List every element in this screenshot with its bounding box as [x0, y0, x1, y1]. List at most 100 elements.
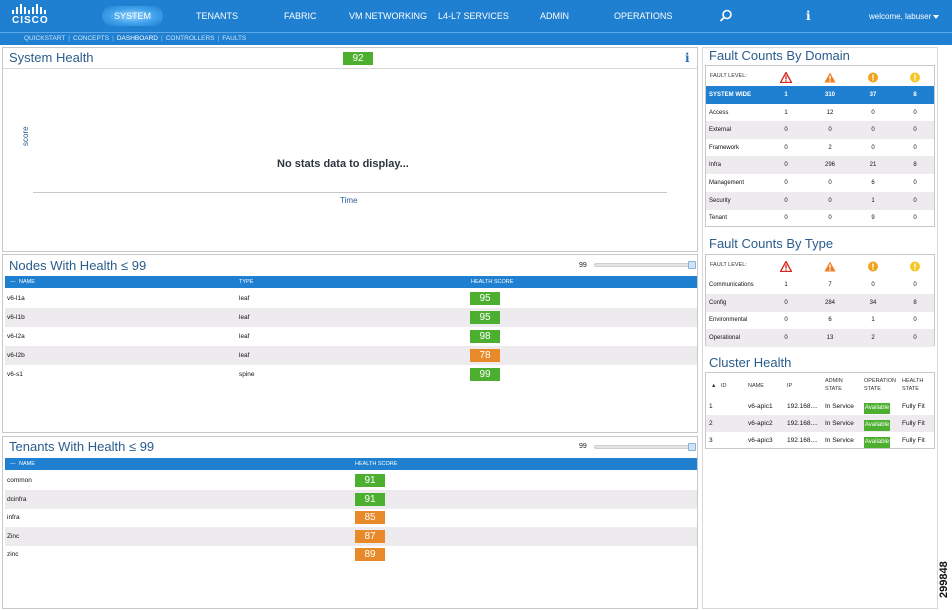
fault-row[interactable]: Framework 0 2 0 0: [706, 139, 934, 157]
fault-row[interactable]: Access 1 12 0 0: [706, 104, 934, 122]
system-wide-row[interactable]: SYSTEM WIDE 1 310 37 8: [706, 86, 934, 104]
nav-tenants[interactable]: TENANTS: [196, 11, 238, 21]
cluster-name: v6-apic3: [748, 437, 773, 444]
fault-count: 0: [913, 215, 917, 222]
health-score-badge: 85: [355, 511, 385, 524]
health-threshold-slider[interactable]: [594, 263, 694, 267]
fault-row[interactable]: External 0 0 0 0: [706, 121, 934, 140]
nav-operations[interactable]: OPERATIONS: [614, 11, 672, 21]
fault-count: 0: [913, 109, 917, 116]
sort-indicator[interactable]: —: [10, 461, 16, 467]
nav-vm-networking[interactable]: VM NETWORKING: [349, 11, 427, 21]
fault-count: 310: [824, 92, 835, 98]
fault-count: 0: [784, 317, 788, 324]
table-row[interactable]: 2 v6-apic2 192.168.... In Service Available F…: [706, 415, 934, 432]
cluster-ip: 192.168....: [787, 403, 818, 410]
table-row[interactable]: 3 v6-apic3 192.168.... In Service Available F…: [706, 432, 934, 449]
table-row[interactable]: v6-l1b leaf 95: [5, 308, 697, 327]
subnav-concepts[interactable]: CONCEPTS: [73, 35, 109, 42]
fault-count: 1: [784, 109, 788, 116]
tenant-name: common: [7, 477, 32, 484]
fault-row[interactable]: Environmental 0 6 1 0: [706, 311, 934, 329]
subnav-faults[interactable]: FAULTS: [222, 35, 246, 42]
fault-category: Communications: [709, 282, 754, 288]
fault-count: 296: [824, 162, 835, 169]
cisco-logo-bars: [12, 4, 58, 14]
column-header-admin-state[interactable]: ADMIN STATE: [825, 377, 859, 393]
fault-level-label: FAULT LEVEL:: [710, 262, 747, 268]
table-row[interactable]: v6-l2a leaf 98: [5, 327, 697, 346]
slider-handle[interactable]: [688, 261, 696, 269]
fault-category: Environmental: [709, 317, 748, 324]
fault-level-header: FAULT LEVEL:: [706, 255, 934, 275]
cluster-name: v6-apic1: [748, 403, 773, 410]
health-score-badge: 91: [355, 492, 385, 506]
node-name: v6-s1: [7, 371, 23, 378]
fault-row[interactable]: Management 0 0 6 0: [706, 174, 934, 192]
cluster-health-state: Fully Fit: [902, 437, 925, 444]
table-row[interactable]: v6-l2b leaf 78: [5, 346, 697, 365]
fault-category: Config: [709, 299, 727, 306]
column-header-name[interactable]: NAME: [19, 461, 35, 467]
cluster-ip: 192.168....: [787, 420, 818, 427]
sort-indicator[interactable]: —: [10, 279, 16, 285]
subnav-quickstart[interactable]: QUICKSTART: [24, 35, 65, 42]
system-health-panel: System Health 92 i score No stats data t…: [2, 47, 698, 252]
fault-row[interactable]: Operational 0 13 2 0: [706, 328, 934, 347]
fault-row[interactable]: Security 0 0 1 0: [706, 191, 934, 210]
table-row[interactable]: common 91: [5, 471, 697, 490]
sort-ascending-icon[interactable]: ▲: [711, 382, 716, 390]
fault-count: 0: [828, 180, 832, 186]
table-row[interactable]: 1 v6-apic1 192.168.... In Service Available F…: [706, 398, 934, 415]
warning-icon: [909, 70, 921, 83]
info-icon[interactable]: i: [685, 51, 690, 65]
user-menu[interactable]: welcome, labuser: [869, 12, 940, 21]
table-row[interactable]: dcinfra 91: [5, 489, 697, 509]
minor-icon: [867, 70, 879, 83]
nav-admin[interactable]: ADMIN: [540, 11, 569, 21]
table-row[interactable]: infra 85: [5, 508, 697, 527]
fault-row[interactable]: Infra 0 296 21 8: [706, 156, 934, 175]
tenant-name: Zinc: [7, 532, 20, 540]
fault-count: 0: [784, 162, 788, 169]
table-row[interactable]: Zinc 87: [5, 526, 697, 546]
column-header-name[interactable]: NAME: [19, 279, 35, 285]
fault-level-header: FAULT LEVEL:: [706, 66, 934, 86]
fault-count: 0: [913, 144, 917, 151]
subnav-controllers[interactable]: CONTROLLERS: [166, 35, 215, 42]
fault-count: 7: [828, 282, 832, 288]
nav-l4-l7-services[interactable]: L4-L7 SERVICES: [438, 11, 509, 21]
column-header-health-score[interactable]: HEALTH SCORE: [355, 461, 397, 467]
fault-category: Infra: [709, 162, 722, 169]
column-header-type[interactable]: TYPE: [239, 279, 253, 285]
column-header-operation-state[interactable]: OPERATION STATE: [864, 377, 900, 393]
table-row[interactable]: v6-l1a leaf 95: [5, 289, 697, 308]
fault-type-title: Fault Counts By Type: [709, 236, 834, 251]
nav-system[interactable]: SYSTEM: [102, 6, 164, 26]
fault-row[interactable]: Config 0 284 34 8: [706, 293, 934, 312]
health-threshold-slider[interactable]: [594, 445, 694, 449]
slider-handle[interactable]: [688, 443, 696, 451]
x-axis-label: Time: [340, 196, 358, 205]
search-icon[interactable]: [718, 8, 734, 24]
column-header-health-state[interactable]: HEALTH STATE: [902, 377, 932, 393]
subnav-dashboard[interactable]: DASHBOARD: [117, 35, 158, 42]
nav-fabric[interactable]: FABRIC: [284, 11, 317, 21]
node-type: leaf: [239, 314, 250, 321]
fault-row[interactable]: Tenant 0 0 9 0: [706, 209, 934, 227]
table-row[interactable]: zinc 89: [5, 545, 697, 564]
column-header-ip[interactable]: IP: [787, 382, 792, 390]
health-score-badge: 91: [355, 474, 385, 487]
cisco-logo[interactable]: CISCO: [10, 4, 58, 28]
tenant-name: dcinfra: [7, 495, 27, 503]
info-icon[interactable]: i: [806, 9, 811, 23]
column-header-id[interactable]: ID: [721, 382, 727, 390]
critical-icon: [779, 70, 793, 84]
column-header-health-score[interactable]: HEALTH SCORE: [471, 279, 513, 285]
fault-count: 0: [871, 144, 875, 151]
fault-row[interactable]: Communications 1 7 0 0: [706, 276, 934, 294]
health-threshold-value: 99: [579, 262, 587, 269]
table-row[interactable]: v6-s1 spine 99: [5, 365, 697, 384]
fault-category: Tenant: [709, 215, 728, 222]
column-header-name[interactable]: NAME: [748, 382, 764, 390]
